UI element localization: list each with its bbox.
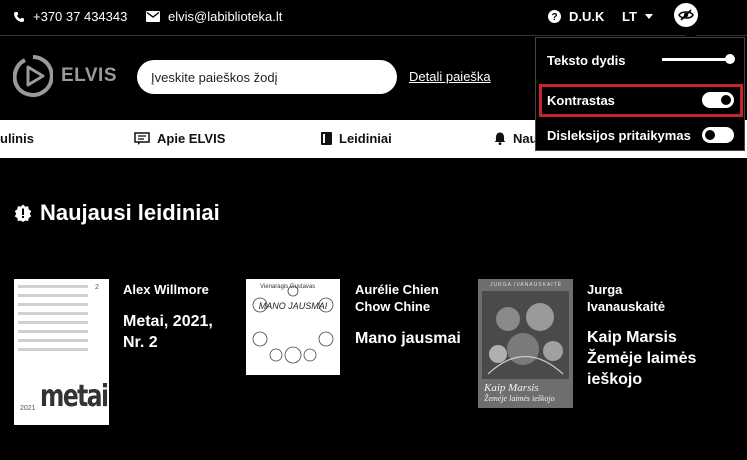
play-circle-logo-icon xyxy=(13,55,53,97)
search-input[interactable] xyxy=(137,60,397,94)
email-text: elvis@labiblioteka.lt xyxy=(168,9,283,24)
nav-item-about[interactable]: Apie ELVIS xyxy=(134,131,225,146)
book-author[interactable]: Aurélie Chien Chow Chine xyxy=(355,281,439,315)
nav-item-label: Apie ELVIS xyxy=(157,131,226,146)
dyslexia-toggle[interactable] xyxy=(702,127,734,143)
nav-item-label: ulinis xyxy=(0,131,34,146)
top-bar: +370 37 434343 elvis@labiblioteka.lt ? D… xyxy=(0,0,747,36)
book-author-line: Jurga xyxy=(587,282,623,297)
cover-issue-number: 2 xyxy=(95,284,99,291)
book-title-line: Kaip Marsis xyxy=(587,329,677,346)
nav-item-home[interactable]: ulinis xyxy=(0,131,34,146)
message-icon xyxy=(134,132,150,145)
contrast-toggle[interactable] xyxy=(702,92,734,108)
nav-item-news[interactable]: Nau xyxy=(494,131,538,146)
language-selector[interactable]: LT xyxy=(622,9,653,24)
accessibility-panel: Teksto dydis Kontrastas Disleksijos prit… xyxy=(535,37,745,151)
accessibility-button[interactable] xyxy=(674,3,698,27)
phone-text: +370 37 434343 xyxy=(33,9,128,24)
email-contact[interactable]: elvis@labiblioteka.lt xyxy=(146,9,282,24)
book-cover[interactable]: Vienaragis Gustavas MANO JAUSMAI xyxy=(246,279,340,375)
contrast-label: Kontrastas xyxy=(547,93,615,108)
cover-contents xyxy=(18,285,88,357)
text-size-label: Teksto dydis xyxy=(547,53,626,68)
book-author-line: Chow Chine xyxy=(355,299,431,314)
envelope-icon xyxy=(146,11,160,22)
book-title-line: Žemėje laimės xyxy=(587,350,697,367)
text-size-slider[interactable] xyxy=(662,58,732,61)
faq-link[interactable]: ? D.U.K xyxy=(548,9,604,24)
book-title-line: Nr. 2 xyxy=(123,334,158,351)
phone-contact[interactable]: +370 37 434343 xyxy=(13,9,127,24)
book-icon xyxy=(321,132,332,145)
book-author[interactable]: Jurga Ivanauskaitė xyxy=(587,281,665,315)
cover-illustration xyxy=(252,285,334,364)
book-title[interactable]: Metai, 2021, Nr. 2 xyxy=(123,311,213,353)
cover-year: 2021 xyxy=(20,405,36,412)
svg-text:?: ? xyxy=(551,12,557,23)
book-title-line: ieškojo xyxy=(587,371,643,388)
language-label: LT xyxy=(622,9,637,24)
book-cover[interactable]: JURGA IVANAUSKAITĖ Kaip Marsis Žemėje la… xyxy=(478,279,573,408)
elvis-logo[interactable]: ELVIS xyxy=(13,54,117,98)
book-author-line: Aurélie Chien xyxy=(355,282,439,297)
book-cover[interactable]: 2 metai 2021 xyxy=(14,279,109,425)
text-size-slider-handle[interactable] xyxy=(725,54,735,64)
faq-label: D.U.K xyxy=(569,9,605,24)
toggle-knob xyxy=(705,130,715,140)
advanced-search-link[interactable]: Detali paieška xyxy=(409,69,491,84)
book-title-line: Metai, 2021, xyxy=(123,313,213,330)
eye-slash-icon xyxy=(678,9,694,21)
cover-title-line: Žemėje laimės ieškojo xyxy=(484,394,555,403)
cover-brand: metai xyxy=(40,379,109,414)
dyslexia-row: Disleksijos pritaikymas xyxy=(536,120,744,150)
nav-item-label: Nau xyxy=(513,131,538,146)
phone-icon xyxy=(14,11,24,22)
chevron-down-icon xyxy=(644,14,653,19)
section-header: Naujausi leidiniai xyxy=(14,200,220,226)
bell-icon xyxy=(494,132,506,145)
contrast-row: Kontrastas xyxy=(536,85,744,115)
book-author-line: Ivanauskaitė xyxy=(587,299,666,314)
nav-item-publications[interactable]: Leidiniai xyxy=(321,131,392,146)
section-title: Naujausi leidiniai xyxy=(40,200,220,225)
toggle-knob xyxy=(721,95,731,105)
dyslexia-label: Disleksijos pritaikymas xyxy=(547,128,691,143)
panel-caret xyxy=(684,30,698,37)
book-title[interactable]: Kaip Marsis Žemėje laimės ieškojo xyxy=(587,327,696,390)
logo-text: ELVIS xyxy=(61,65,117,86)
cover-title-line: Kaip Marsis xyxy=(484,382,539,394)
badge-alert-icon xyxy=(14,204,32,222)
question-circle-icon: ? xyxy=(548,10,561,23)
text-size-row: Teksto dydis xyxy=(536,45,744,75)
book-author[interactable]: Alex Willmore xyxy=(123,281,209,298)
nav-item-label: Leidiniai xyxy=(339,131,392,146)
book-title[interactable]: Mano jausmai xyxy=(355,328,461,349)
